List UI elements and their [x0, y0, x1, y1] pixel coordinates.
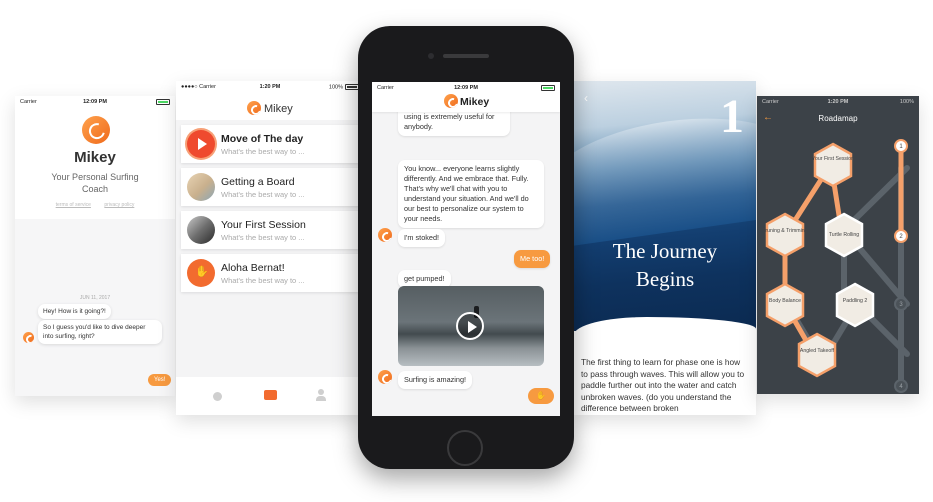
- mikey-logo-icon: [247, 101, 261, 115]
- surf-video[interactable]: [398, 286, 544, 366]
- shaka-send-button[interactable]: ✋: [528, 388, 554, 404]
- chat-date: JUN 11, 2017: [79, 295, 111, 301]
- node-label: Truning & Trimming: [762, 228, 807, 234]
- legal-links: terms of service privacy policy: [15, 202, 175, 208]
- nav-title: Roadamap: [818, 114, 858, 123]
- battery-indicator: 100%: [329, 84, 359, 90]
- chat-bubble: I'm stoked!: [398, 229, 446, 247]
- roadmap-node: [765, 212, 805, 258]
- node-label: Angled Takeoff: [800, 348, 835, 354]
- tab-profile-icon[interactable]: [316, 389, 326, 401]
- mikey-logo-icon: [444, 94, 458, 108]
- roadmap-node: [813, 142, 853, 188]
- item-subtitle: What's the best way to ...: [221, 147, 305, 156]
- battery-icon: [154, 99, 170, 105]
- node-label: Body Balance: [769, 298, 801, 304]
- chat-bubble: Surfing is amazing!: [398, 371, 473, 389]
- time-label: 12:09 PM: [454, 85, 478, 91]
- node-label: Paddling 2: [843, 298, 868, 304]
- journey-heading: The Journey Begins: [574, 237, 756, 293]
- board-photo: [187, 173, 215, 201]
- journey-screen: ‹ 1 The Journey Begins The first thing t…: [574, 81, 756, 415]
- battery-percent: 100%: [899, 99, 914, 105]
- mikey-logo-icon: [82, 116, 110, 144]
- reply-button[interactable]: Yes!: [148, 374, 172, 386]
- roadmap-node: [797, 332, 837, 378]
- chat-screen: Carrier 12:09 PM Mikey using is extremel…: [372, 82, 560, 416]
- roadmap-node: [765, 282, 805, 328]
- terms-link[interactable]: terms of service: [56, 202, 91, 208]
- play-button-icon[interactable]: [456, 312, 484, 340]
- back-icon[interactable]: ‹: [584, 91, 588, 105]
- tab-bar: [176, 377, 364, 415]
- node-label: Turtle Rolling: [829, 232, 859, 238]
- shaka-icon: ✋: [187, 259, 215, 287]
- item-subtitle: What's the best way to ...: [221, 276, 305, 285]
- tagline: Your Personal Surfing Coach: [51, 172, 139, 194]
- bot-avatar-icon: [378, 370, 392, 384]
- roadmap-node: [835, 282, 875, 328]
- roadmap-graph: Your First Session Truning & Trimming Tu…: [762, 139, 910, 393]
- tab-chat-icon[interactable]: [264, 390, 277, 400]
- item-subtitle: What's the best way to ...: [221, 190, 305, 199]
- nav-bar: Carrier 12:09 PM Mikey: [372, 82, 560, 112]
- item-title: Your First Session: [221, 219, 306, 231]
- user-reply-bubble: Me too!: [514, 250, 551, 268]
- chat-bubble: Hey! How is it going?!: [38, 304, 111, 319]
- nav-title: Mikey: [264, 103, 293, 115]
- list-item[interactable]: Move of The day What's the best way to .…: [181, 125, 359, 163]
- nav-bar: ← Roadamap: [757, 108, 919, 128]
- tab-explore-icon[interactable]: [213, 392, 222, 401]
- journey-body-text: The first thing to learn for phase one i…: [581, 357, 745, 414]
- app-name: Mikey: [74, 149, 116, 166]
- bot-avatar-icon: [378, 228, 392, 242]
- list-item[interactable]: Your First Session What's the best way t…: [181, 211, 359, 249]
- time-label: 1:20 PM: [827, 99, 849, 105]
- app-showcase: Carrier 12:09 PM Mikey Your Personal Sur…: [0, 0, 933, 502]
- camera-icon: [428, 53, 434, 59]
- home-button[interactable]: [447, 430, 483, 466]
- roadmap-screen: Carrier 1:20 PM 100% ← Roadamap Your Fir…: [757, 96, 919, 394]
- phone-frame: Carrier 12:09 PM Mikey using is extremel…: [358, 26, 574, 469]
- list-item[interactable]: ✋ Aloha Bernat! What's the best way to .…: [181, 254, 359, 292]
- bot-avatar-icon: [23, 332, 34, 343]
- privacy-link[interactable]: privacy policy: [104, 202, 134, 208]
- intro-header: Carrier 12:09 PM Mikey Your Personal Sur…: [15, 96, 175, 219]
- status-bar: Carrier 12:09 PM: [15, 96, 175, 108]
- intro-screen: Carrier 12:09 PM Mikey Your Personal Sur…: [15, 96, 175, 396]
- battery-indicator: 100%: [900, 99, 914, 105]
- divider: [650, 321, 684, 322]
- time-label: 12:09 PM: [83, 99, 107, 105]
- play-icon: [187, 130, 215, 158]
- heading-line: Begins: [635, 267, 695, 291]
- status-bar: Carrier 12:09 PM: [372, 82, 560, 94]
- conversation-list-screen: ●●●●○ Carrier 1:20 PM 100% Mikey Move of…: [176, 81, 364, 415]
- status-bar: ●●●●○ Carrier 1:20 PM 100%: [176, 81, 364, 93]
- node-label: Your First Session: [812, 156, 854, 162]
- nav-bar: ●●●●○ Carrier 1:20 PM 100% Mikey: [176, 81, 364, 120]
- nav-title: Mikey: [460, 96, 490, 108]
- item-title: Getting a Board: [221, 176, 295, 188]
- chat-bubble: So I guess you'd like to dive deeper int…: [38, 320, 162, 344]
- heading-line: The Journey: [612, 239, 718, 263]
- item-title: Aloha Bernat!: [221, 262, 285, 274]
- item-title: Move of The day: [221, 133, 304, 145]
- list-item[interactable]: Getting a Board What's the best way to .…: [181, 168, 359, 206]
- session-photo: [187, 216, 215, 244]
- chat-bubble: You know... everyone learns slightly dif…: [398, 160, 544, 228]
- battery-percent: 100%: [328, 84, 343, 91]
- phase-number: 1: [720, 90, 744, 143]
- battery-icon: [539, 85, 555, 91]
- item-subtitle: What's the best way to ...: [221, 233, 305, 242]
- status-bar: Carrier 1:20 PM 100%: [757, 96, 919, 108]
- speaker-grille: [443, 54, 489, 58]
